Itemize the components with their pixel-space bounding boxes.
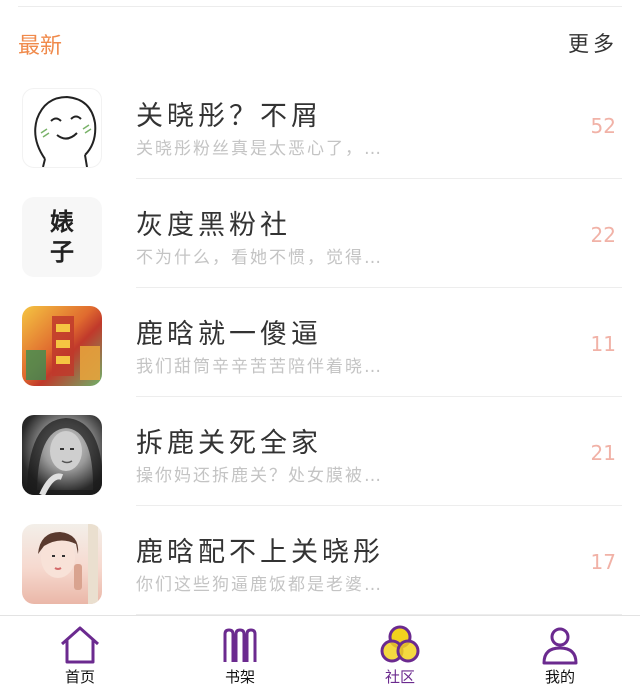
- community-page: 最新 更多 关晓彤？不屑 关晓彤粉丝真是太恶心了，… 52 婊 子 灰度黑粉社 …: [0, 0, 640, 693]
- nav-label: 首页: [64, 668, 95, 686]
- more-link[interactable]: 更多: [568, 28, 618, 58]
- avatar-char: 婊: [50, 207, 74, 236]
- avatar: [22, 88, 102, 168]
- post-preview: 我们甜筒辛辛苦苦陪伴着晓…: [136, 357, 383, 377]
- nav-item-home[interactable]: 首页: [0, 616, 160, 693]
- avatar: 婊 子: [22, 197, 102, 277]
- reply-count: 11: [590, 332, 616, 356]
- nav-item-profile[interactable]: 我的: [480, 616, 640, 693]
- list-item[interactable]: 拆鹿关死全家 操你妈还拆鹿关？处女膜被… 21: [0, 397, 640, 506]
- avatar: [22, 524, 102, 604]
- nav-item-community[interactable]: 社区: [320, 616, 480, 693]
- temple-photo-icon: [26, 316, 100, 380]
- post-title: 关晓彤？不屑: [136, 101, 322, 132]
- post-title: 灰度黑粉社: [136, 210, 291, 241]
- avatar: [22, 306, 102, 386]
- avatar-char: 子: [50, 237, 74, 266]
- post-title: 拆鹿关死全家: [136, 428, 322, 459]
- section-title: 最新: [18, 34, 63, 59]
- post-list: 关晓彤？不屑 关晓彤粉丝真是太恶心了，… 52 婊 子 灰度黑粉社 不为什么，看…: [0, 70, 640, 615]
- reply-count: 52: [590, 114, 616, 138]
- smiley-face-icon: [34, 95, 97, 167]
- reply-count: 22: [590, 223, 616, 247]
- profile-icon: [542, 627, 578, 665]
- reply-count: 17: [590, 550, 616, 574]
- portrait-photo-icon: [38, 524, 98, 604]
- top-divider: [18, 6, 622, 7]
- post-title: 鹿晗配不上关晓彤: [136, 537, 384, 568]
- bottom-nav: 首页 书架 社区 我的: [0, 615, 640, 693]
- nav-item-bookshelf[interactable]: 书架: [160, 616, 320, 693]
- post-preview: 操你妈还拆鹿关？处女膜被…: [136, 466, 383, 486]
- portrait-photo-icon: [26, 417, 102, 495]
- post-preview: 关晓彤粉丝真是太恶心了，…: [136, 139, 383, 159]
- post-preview: 你们这些狗逼鹿饭都是老婆…: [136, 575, 383, 595]
- post-preview: 不为什么，看她不惯，觉得…: [136, 248, 383, 268]
- nav-label: 我的: [544, 668, 575, 686]
- avatar: [22, 415, 102, 495]
- reply-count: 21: [590, 441, 616, 465]
- home-icon: [61, 626, 99, 664]
- nav-label: 社区: [384, 668, 415, 686]
- list-item[interactable]: 婊 子 灰度黑粉社 不为什么，看她不惯，觉得… 22: [0, 179, 640, 288]
- list-item[interactable]: 鹿晗就一傻逼 我们甜筒辛辛苦苦陪伴着晓… 11: [0, 288, 640, 397]
- bookshelf-icon: [223, 628, 257, 662]
- post-title: 鹿晗就一傻逼: [136, 319, 322, 350]
- list-item[interactable]: 鹿晗配不上关晓彤 你们这些狗逼鹿饭都是老婆… 17: [0, 506, 640, 615]
- community-icon: [380, 625, 420, 663]
- list-item[interactable]: 关晓彤？不屑 关晓彤粉丝真是太恶心了，… 52: [0, 70, 640, 179]
- nav-label: 书架: [224, 668, 255, 686]
- section-header: 最新 更多: [0, 24, 640, 64]
